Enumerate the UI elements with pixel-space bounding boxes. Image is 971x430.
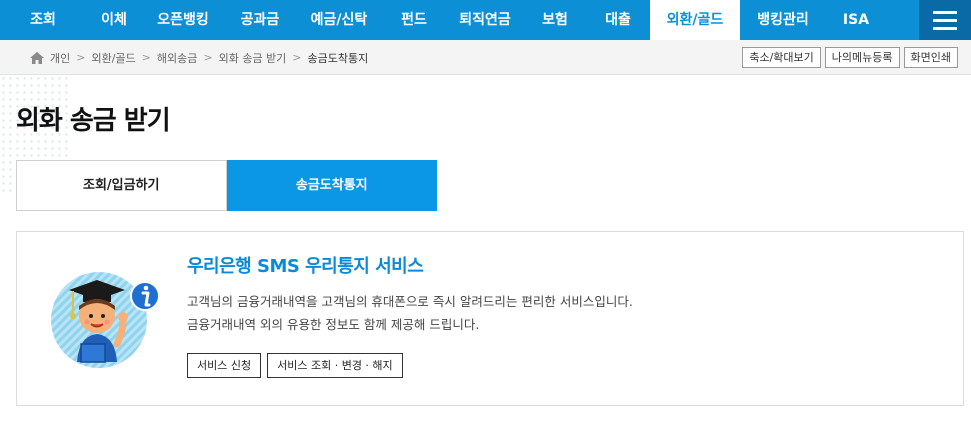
print-screen-button[interactable]: 화면인쇄 bbox=[903, 47, 958, 68]
breadcrumb-item-fx-gold[interactable]: 외환/골드 bbox=[91, 50, 135, 66]
hamburger-line bbox=[933, 26, 957, 30]
nav-item-banking-mgmt[interactable]: 뱅킹관리 bbox=[740, 0, 826, 40]
nav-item-pension[interactable]: 퇴직연금 bbox=[446, 0, 524, 40]
service-manage-button[interactable]: 서비스 조회 · 변경 · 해지 bbox=[267, 353, 403, 378]
breadcrumb-separator: > bbox=[141, 51, 151, 64]
global-nav: 조회 이체 오픈뱅킹 공과금 예금/신탁 펀드 퇴직연금 보험 대출 외환/골드… bbox=[0, 0, 971, 40]
breadcrumb-item-receive-remit[interactable]: 외화 송금 받기 bbox=[219, 50, 287, 66]
tab-list: 조회/입금하기 송금도착통지 bbox=[16, 160, 437, 211]
nav-item-insurance[interactable]: 보험 bbox=[524, 0, 586, 40]
nav-item-deposit-trust[interactable]: 예금/신탁 bbox=[296, 0, 382, 40]
tab-inquiry-deposit[interactable]: 조회/입금하기 bbox=[16, 160, 227, 211]
service-desc-line2: 금융거래내역 외의 유용한 정보도 함께 제공해 드립니다. bbox=[187, 317, 480, 332]
my-menu-register-button[interactable]: 나의메뉴등록 bbox=[824, 47, 900, 68]
home-icon[interactable] bbox=[30, 51, 44, 64]
breadcrumb-item-overseas-remit[interactable]: 해외송금 bbox=[157, 50, 197, 66]
service-buttons: 서비스 신청 서비스 조회 · 변경 · 해지 bbox=[187, 353, 403, 378]
nav-item-isa[interactable]: ISA bbox=[826, 0, 886, 40]
nav-item-fx-gold[interactable]: 외환/골드 bbox=[650, 0, 740, 40]
tab-arrival-notice[interactable]: 송금도착통지 bbox=[226, 160, 437, 211]
page-title: 외화 송금 받기 bbox=[16, 106, 171, 136]
breadcrumb-separator: > bbox=[203, 51, 213, 64]
nav-item-fund[interactable]: 펀드 bbox=[382, 0, 446, 40]
nav-item-loan[interactable]: 대출 bbox=[586, 0, 650, 40]
utility-buttons: 축소/확대보기 나의메뉴등록 화면인쇄 bbox=[742, 47, 958, 68]
service-desc-line1: 고객님의 금융거래내역을 고객님의 휴대폰으로 즉시 알려드리는 편리한 서비스… bbox=[187, 294, 633, 309]
nav-item-transfer[interactable]: 이체 bbox=[86, 0, 142, 40]
nav-item-openbanking[interactable]: 오픈뱅킹 bbox=[142, 0, 224, 40]
breadcrumb-bar: 개인 > 외환/골드 > 해외송금 > 외화 송금 받기 > 송금도착통지 축소… bbox=[0, 40, 971, 75]
service-description: 고객님의 금융거래내역을 고객님의 휴대폰으로 즉시 알려드리는 편리한 서비스… bbox=[187, 290, 633, 336]
service-apply-button[interactable]: 서비스 신청 bbox=[187, 353, 262, 378]
sms-service-box: 우리은행 SMS 우리통지 서비스 고객님의 금융거래내역을 고객님의 휴대폰으… bbox=[16, 231, 964, 406]
service-title: 우리은행 SMS 우리통지 서비스 bbox=[187, 256, 424, 277]
nav-item-inquiry[interactable]: 조회 bbox=[0, 0, 86, 40]
breadcrumb-item-current: 송금도착통지 bbox=[307, 51, 369, 65]
zoom-button[interactable]: 축소/확대보기 bbox=[742, 47, 821, 68]
breadcrumb-separator: > bbox=[292, 51, 302, 64]
hamburger-icon[interactable] bbox=[919, 0, 971, 40]
breadcrumb-separator: > bbox=[76, 51, 86, 64]
hamburger-line bbox=[933, 18, 957, 22]
nav-item-utility-bills[interactable]: 공과금 bbox=[224, 0, 296, 40]
breadcrumb-item-personal[interactable]: 개인 bbox=[50, 50, 70, 66]
graduate-student-info-icon bbox=[47, 262, 167, 372]
hamburger-line bbox=[933, 10, 957, 14]
breadcrumb: 개인 > 외환/골드 > 해외송금 > 외화 송금 받기 > 송금도착통지 bbox=[30, 40, 368, 75]
